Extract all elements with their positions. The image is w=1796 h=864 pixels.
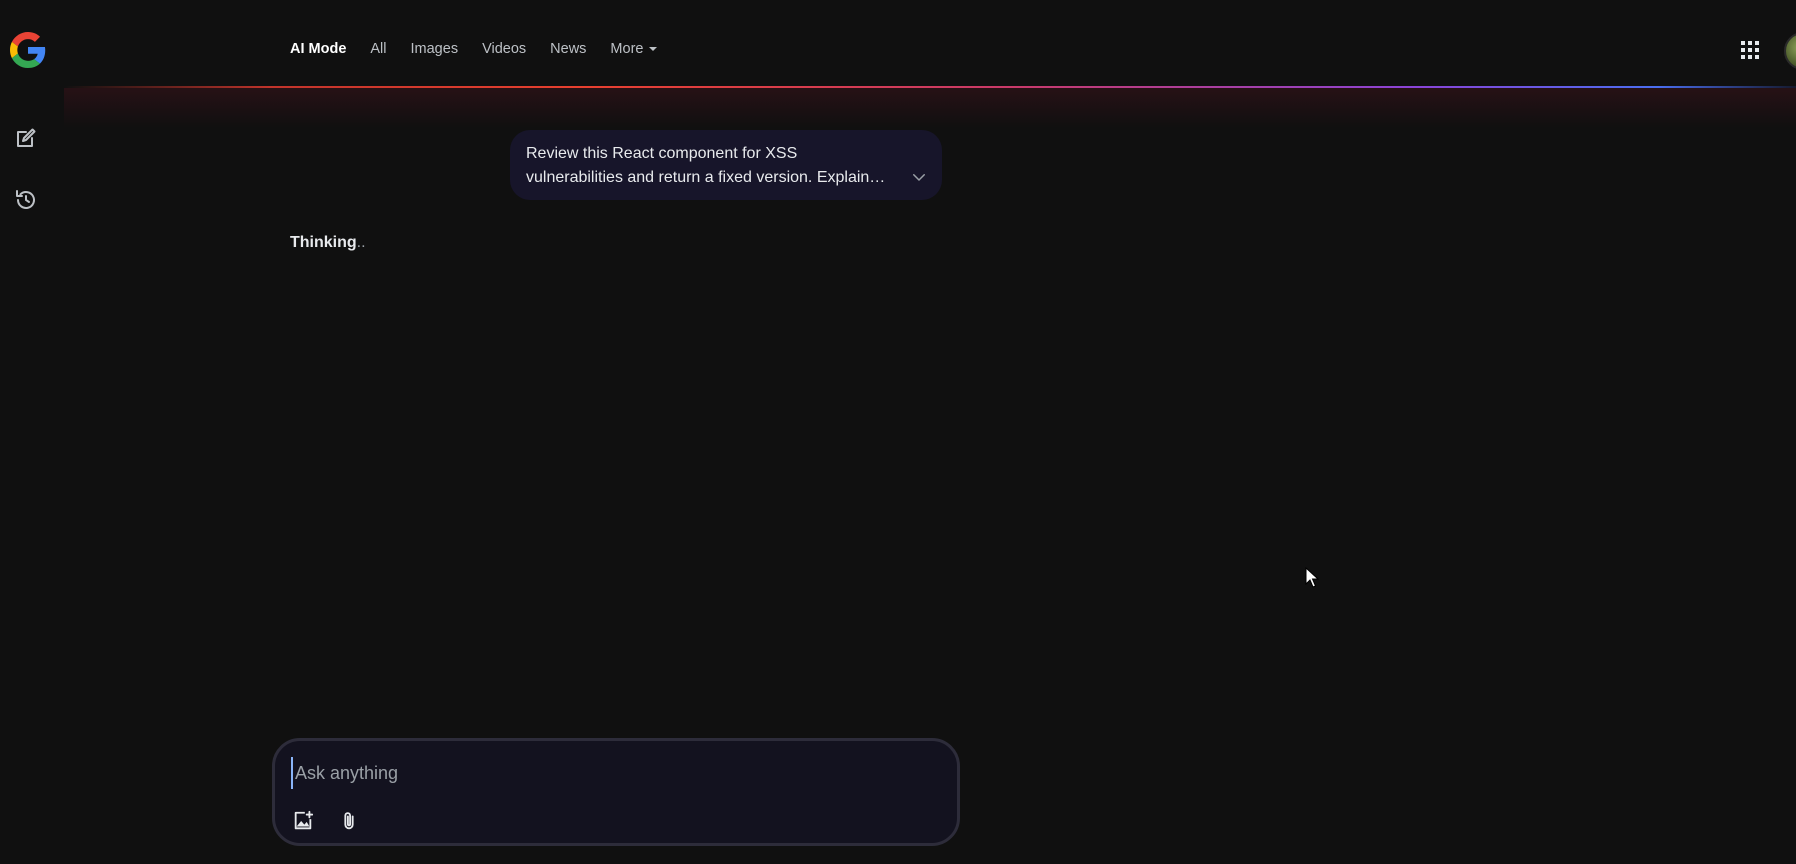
caret-down-icon xyxy=(649,47,658,51)
tab-images[interactable]: Images xyxy=(411,41,459,57)
user-query-text: Review this React component for XSS vuln… xyxy=(526,145,870,186)
add-image-icon xyxy=(294,810,314,830)
ask-box xyxy=(272,738,960,846)
ai-mode-page: AI Mode All Images Videos News More Revi… xyxy=(0,0,1796,864)
new-chat-button[interactable] xyxy=(10,122,42,154)
chevron-down-icon[interactable] xyxy=(910,168,928,186)
tab-news[interactable]: News xyxy=(550,41,586,57)
history-icon xyxy=(16,190,35,209)
user-query-bubble[interactable]: Review this React component for XSS vuln… xyxy=(510,130,942,200)
tab-videos[interactable]: Videos xyxy=(482,41,526,57)
mouse-cursor-icon xyxy=(1305,567,1319,588)
attach-file-button[interactable] xyxy=(335,807,363,835)
header-gradient-divider xyxy=(64,86,1796,88)
add-image-button[interactable] xyxy=(289,807,317,835)
history-button[interactable] xyxy=(10,184,42,216)
paperclip-icon xyxy=(344,812,354,830)
edit-icon xyxy=(17,128,36,147)
search-mode-tabs: AI Mode All Images Videos News More xyxy=(290,38,658,60)
header-glow xyxy=(64,88,1796,128)
thinking-status: Thinking.. xyxy=(290,234,366,252)
ask-input[interactable] xyxy=(291,757,937,789)
thinking-dots: .. xyxy=(356,234,366,251)
tab-more[interactable]: More xyxy=(610,41,658,57)
apps-grid-icon[interactable] xyxy=(1738,38,1762,62)
tab-more-label: More xyxy=(610,41,644,57)
tab-ai-mode[interactable]: AI Mode xyxy=(290,41,346,57)
tab-all[interactable]: All xyxy=(370,41,386,57)
google-logo-icon[interactable] xyxy=(10,32,46,68)
thinking-label: Thinking xyxy=(290,234,357,251)
account-avatar[interactable] xyxy=(1784,32,1796,70)
